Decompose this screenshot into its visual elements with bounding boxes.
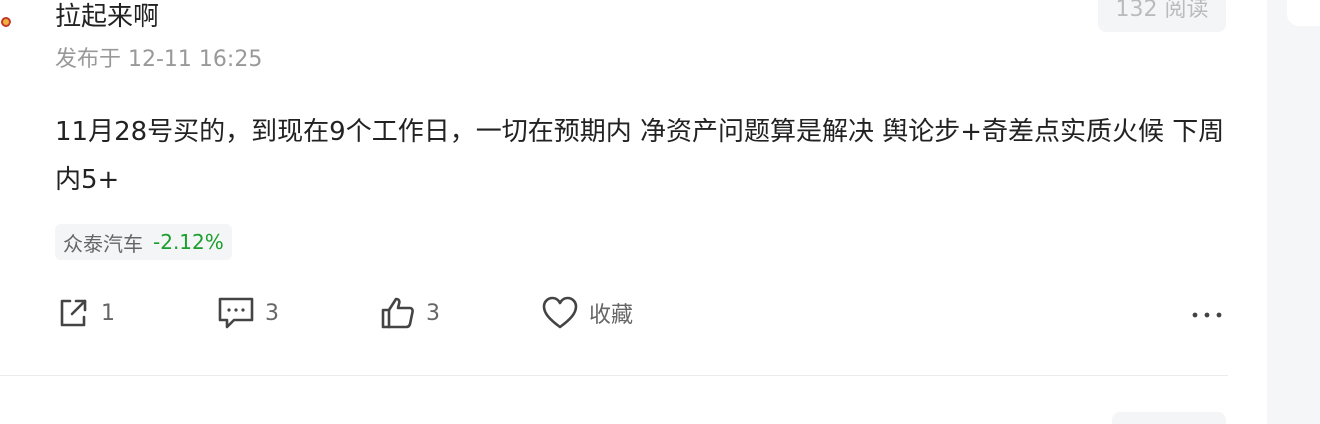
- stock-change: -2.12%: [153, 230, 224, 254]
- post-card: 拉起来啊 发布于 12-11 16:25 132 阅读 11月28号买的，到现在…: [0, 0, 1320, 424]
- favorite-button[interactable]: 收藏: [541, 292, 633, 334]
- publish-time: 发布于 12-11 16:25: [55, 47, 263, 72]
- heart-icon: [541, 295, 579, 331]
- more-icon: [1191, 295, 1223, 331]
- thumbs-up-icon: [380, 295, 416, 331]
- more-button[interactable]: [1191, 292, 1223, 334]
- side-card-corner: [1287, 0, 1320, 26]
- next-read-badge: [1112, 412, 1226, 424]
- right-gutter: [1267, 0, 1320, 424]
- divider: [0, 375, 1228, 376]
- avatar[interactable]: [0, 2, 12, 32]
- comment-count: 3: [265, 300, 279, 326]
- author-name[interactable]: 拉起来啊: [55, 2, 159, 32]
- favorite-label: 收藏: [589, 303, 634, 328]
- comment-button[interactable]: 3: [217, 292, 279, 334]
- action-bar: 1 3 3 收藏: [55, 292, 1235, 334]
- share-icon: [55, 295, 91, 331]
- post-content[interactable]: 11月28号买的，到现在9个工作日，一切在预期内 净资产问题算是解决 舆论步+奇…: [55, 108, 1235, 204]
- comment-icon: [217, 295, 255, 331]
- like-count: 3: [426, 300, 440, 326]
- stock-name: 众泰汽车: [63, 231, 143, 256]
- avatar-badge-icon: [1, 17, 11, 27]
- like-button[interactable]: 3: [380, 292, 440, 334]
- read-count-badge: 132 阅读: [1098, 0, 1226, 32]
- share-count: 1: [101, 300, 115, 326]
- stock-tag[interactable]: 众泰汽车 -2.12%: [55, 224, 232, 260]
- share-button[interactable]: 1: [55, 292, 115, 334]
